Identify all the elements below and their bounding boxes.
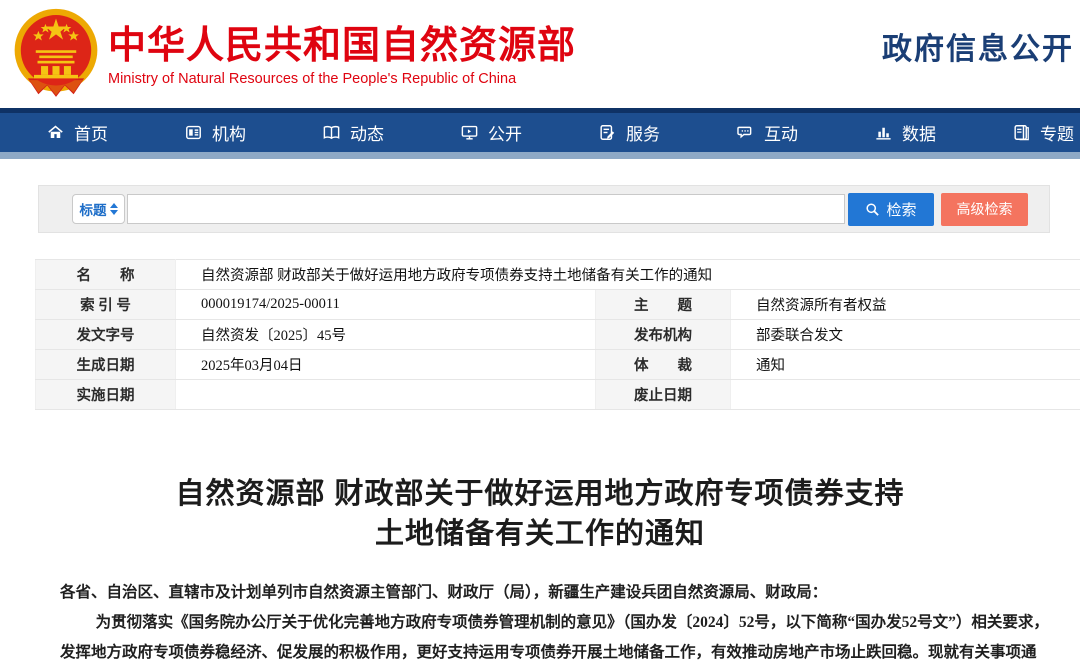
news-icon [322,123,341,142]
meta-label-index-no: 索 引 号 [36,290,176,320]
nav-item-label: 动态 [350,120,384,145]
meta-label-subject: 主 题 [596,290,731,320]
nav-item-label: 服务 [626,120,660,145]
document-title-line2: 土地储备有关工作的通知 [0,514,1080,554]
meta-label-created-date: 生成日期 [36,350,176,380]
nav-item-label: 数据 [902,120,936,145]
document-meta-section: 名 称 自然资源部 财政部关于做好运用地方政府专项债券支持土地储备有关工作的通知… [35,259,1080,410]
page-section-title: 政府信息公开 [882,24,1074,68]
spinner-arrows-icon [110,203,118,215]
table-row: 发文字号 自然资发〔2025〕45号 发布机构 部委联合发文 [36,320,1080,350]
interaction-icon [736,123,755,142]
meta-label-issuer: 发布机构 [596,320,731,350]
search-button[interactable]: 检索 [848,193,934,226]
meta-label-name: 名 称 [36,260,176,290]
nav-item-organization[interactable]: 机构 [146,120,284,145]
document-meta-table: 名 称 自然资源部 财政部关于做好运用地方政府专项债券支持土地储备有关工作的通知… [35,259,1080,410]
advanced-search-button[interactable]: 高级检索 [941,193,1028,226]
disclosure-icon [460,123,479,142]
national-emblem-icon [12,6,100,98]
nav-item-disclosure[interactable]: 公开 [422,120,560,145]
search-bar: 标题 检索 高级检索 [38,185,1050,233]
document-text: 各省、自治区、直辖市及计划单列市自然资源主管部门、财政厅（局），新疆生产建设兵团… [60,578,1050,670]
meta-value-subject: 自然资源所有者权益 [731,290,1080,320]
meta-value-genre: 通知 [731,350,1080,380]
meta-label-genre: 体 裁 [596,350,731,380]
document-title: 自然资源部 财政部关于做好运用地方政府专项债券支持 土地储备有关工作的通知 [0,474,1080,554]
search-button-label: 检索 [886,199,916,220]
meta-value-created-date: 2025年03月04日 [176,350,596,380]
meta-label-repeal-date: 废止日期 [596,380,731,410]
document-paragraph: 为贯彻落实《国务院办公厅关于优化完善地方政府专项债券管理机制的意见》（国办发〔2… [60,608,1050,670]
meta-value-issuer: 部委联合发文 [731,320,1080,350]
meta-value-index-no: 000019174/2025-00011 [176,290,596,320]
search-field-label: 标题 [80,199,107,219]
document-title-line1: 自然资源部 财政部关于做好运用地方政府专项债券支持 [0,474,1080,514]
brand-text: 中华人民共和国自然资源部 Ministry of Natural Resourc… [108,18,576,87]
search-icon [865,202,880,217]
nav-item-label: 互动 [764,120,798,145]
site-subtitle-en: Ministry of Natural Resources of the Peo… [108,71,576,87]
search-field-select[interactable]: 标题 [72,194,125,224]
nav-bottom-strip [0,152,1080,159]
table-row: 实施日期 废止日期 [36,380,1080,410]
table-row: 索 引 号 000019174/2025-00011 主 题 自然资源所有者权益 [36,290,1080,320]
document-salutation: 各省、自治区、直辖市及计划单列市自然资源主管部门、财政厅（局），新疆生产建设兵团… [60,578,1050,608]
search-input[interactable] [127,194,845,224]
topics-icon [1012,123,1031,142]
nav-item-news[interactable]: 动态 [284,120,422,145]
nav-bar: 首页 机构 动态 公开 服务 [0,113,1080,152]
table-row: 生成日期 2025年03月04日 体 裁 通知 [36,350,1080,380]
meta-value-doc-no: 自然资发〔2025〕45号 [176,320,596,350]
meta-label-effective-date: 实施日期 [36,380,176,410]
main-nav: 首页 机构 动态 公开 服务 [0,108,1080,159]
document-body-section: 自然资源部 财政部关于做好运用地方政府专项债券支持 土地储备有关工作的通知 各省… [0,474,1080,670]
nav-item-interaction[interactable]: 互动 [698,120,836,145]
table-row: 名 称 自然资源部 财政部关于做好运用地方政府专项债券支持土地储备有关工作的通知 [36,260,1080,290]
service-icon [598,123,617,142]
nav-item-data[interactable]: 数据 [836,120,974,145]
nav-item-label: 机构 [212,120,246,145]
home-icon [46,123,65,142]
site-header: 中华人民共和国自然资源部 Ministry of Natural Resourc… [0,0,1080,108]
site-title: 中华人民共和国自然资源部 [108,24,576,68]
organization-icon [184,123,203,142]
search-section: 标题 检索 高级检索 [38,185,1050,233]
nav-item-label: 首页 [74,120,108,145]
meta-value-repeal-date [731,380,1080,410]
meta-label-doc-no: 发文字号 [36,320,176,350]
data-icon [874,123,893,142]
nav-item-label: 专题 [1040,120,1074,145]
brand-logo[interactable]: 中华人民共和国自然资源部 Ministry of Natural Resourc… [12,6,576,98]
nav-item-label: 公开 [488,120,522,145]
meta-value-name: 自然资源部 财政部关于做好运用地方政府专项债券支持土地储备有关工作的通知 [176,260,1080,290]
nav-item-home[interactable]: 首页 [8,120,146,145]
nav-item-topics[interactable]: 专题 [974,120,1080,145]
meta-value-effective-date [176,380,596,410]
nav-item-service[interactable]: 服务 [560,120,698,145]
